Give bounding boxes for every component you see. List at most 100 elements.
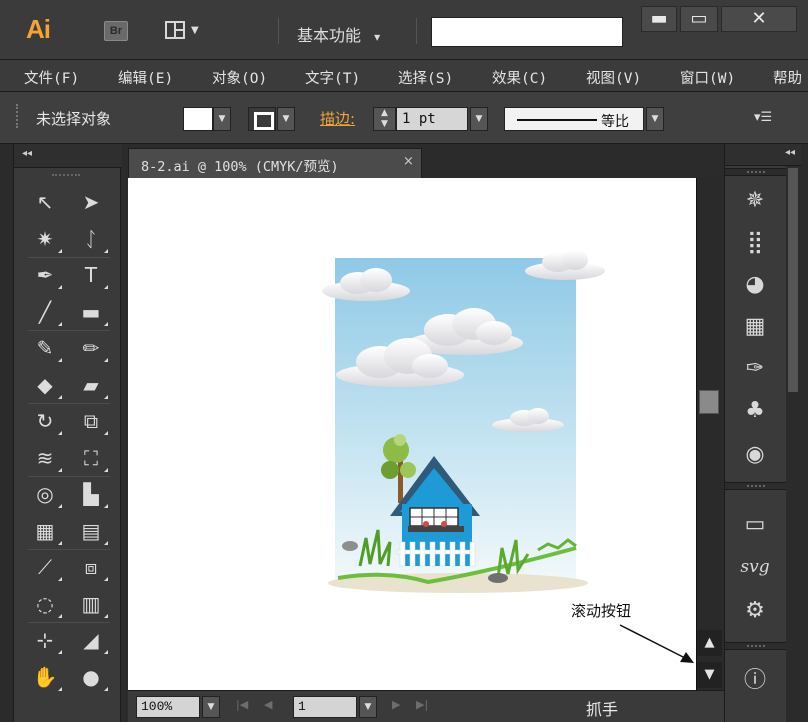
gradient-panel-icon[interactable]: ▭ <box>737 508 773 542</box>
bridge-button[interactable]: Br <box>104 21 128 41</box>
expand-panels-icon[interactable]: ◂◂ <box>785 147 795 158</box>
flyout-indicator <box>104 467 108 472</box>
scroll-up-button[interactable]: ▲ <box>697 630 722 656</box>
menu-help[interactable]: 帮助 <box>773 67 802 88</box>
color-guide-panel-icon[interactable]: ◕ <box>737 268 773 302</box>
close-button[interactable]: ✕ <box>721 6 797 32</box>
flyout-indicator <box>58 321 62 326</box>
perspective-grid-icon: ▙ <box>83 482 99 506</box>
menu-type[interactable]: 文字(T) <box>305 67 360 88</box>
menu-window[interactable]: 窗口(W) <box>680 67 735 88</box>
rectangle-tool[interactable]: ▬ <box>72 296 110 328</box>
pen-tool[interactable]: ✒ <box>26 259 64 291</box>
eyedropper-tool[interactable]: ⟋ <box>26 551 64 583</box>
stroke-weight-input[interactable]: 1 pt <box>396 107 468 131</box>
tools-panel-header[interactable]: ◂◂ <box>14 144 122 168</box>
panel-grip[interactable] <box>16 104 19 128</box>
dock-group-divider[interactable] <box>725 482 787 490</box>
menu-effect[interactable]: 效果(C) <box>492 67 547 88</box>
scroll-thumb[interactable] <box>699 390 719 414</box>
lasso-tool[interactable]: ᛇ <box>72 223 110 255</box>
paintbrush-tool[interactable]: ✎ <box>26 332 64 364</box>
artboard-tool[interactable]: ⊹ <box>26 624 64 656</box>
collapse-icon[interactable]: ◂◂ <box>22 148 32 159</box>
symbols-panel-icon[interactable]: ⣿ <box>737 226 773 260</box>
shape-builder-tool[interactable]: ◎ <box>26 478 64 510</box>
svg-interactivity-panel-icon[interactable]: svg <box>737 550 773 584</box>
zoom-tool[interactable]: ● <box>72 661 110 693</box>
artboard-number-input[interactable]: 1 <box>293 696 357 718</box>
stroke-color-swatch[interactable] <box>248 107 276 131</box>
blob-brush-tool[interactable]: ◆ <box>26 369 64 401</box>
fill-dropdown-button[interactable]: ▼ <box>213 107 231 131</box>
appearance-panel-icon[interactable]: ◉ <box>737 438 773 472</box>
maximize-button[interactable]: ▭ <box>680 6 718 32</box>
variable-width-profile[interactable]: 等比 <box>504 107 644 131</box>
zoom-input[interactable]: 100% <box>136 696 200 718</box>
workspace-switcher[interactable]: 基本功能 ▾ <box>297 22 380 46</box>
dock-group-divider[interactable] <box>725 168 787 176</box>
brushes-panel-icon[interactable]: ✵ <box>737 184 773 218</box>
mesh-tool[interactable]: ▦ <box>26 515 64 547</box>
perspective-grid-tool[interactable]: ▙ <box>72 478 110 510</box>
magic-wand-tool[interactable]: ✷ <box>26 223 64 255</box>
stroke-weight-stepper[interactable]: ▲ ▼ <box>373 107 396 131</box>
menu-select[interactable]: 选择(S) <box>398 67 453 88</box>
flyout-indicator <box>104 394 108 399</box>
brush-library-panel-icon[interactable]: ✑ <box>737 352 773 386</box>
stroke-panel-link[interactable]: 描边: <box>320 108 355 129</box>
document-info-panel-icon[interactable]: ⓘ <box>737 664 773 698</box>
fill-color-swatch[interactable] <box>183 107 213 131</box>
pencil-tool[interactable]: ✏ <box>72 332 110 364</box>
menu-view[interactable]: 视图(V) <box>586 67 641 88</box>
tool-group-divider <box>28 476 110 477</box>
last-artboard-icon[interactable]: ▶| <box>416 698 428 711</box>
type-tool[interactable]: T <box>72 259 110 291</box>
symbol-sprayer-tool[interactable]: ◌ <box>26 588 64 620</box>
document-tab[interactable]: 8-2.ai @ 100% (CMYK/预览) × <box>128 148 422 178</box>
scale-tool[interactable]: ⧉ <box>72 405 110 437</box>
vertical-scrollbar[interactable]: ▲ ▼ <box>696 178 722 690</box>
menu-edit[interactable]: 编辑(E) <box>118 67 173 88</box>
stroke-weight-dropdown[interactable]: ▼ <box>470 107 488 131</box>
flyout-indicator <box>58 285 62 289</box>
first-artboard-icon[interactable]: |◀ <box>236 698 248 711</box>
arrange-documents-button[interactable]: ▼ <box>165 20 209 42</box>
artboard-dropdown[interactable]: ▼ <box>359 696 377 718</box>
flyout-indicator <box>58 394 62 399</box>
symbol-library-panel-icon[interactable]: ♣ <box>737 394 773 428</box>
chevron-down-icon: ▾ <box>374 30 381 44</box>
zoom-dropdown[interactable]: ▼ <box>202 696 220 718</box>
document-tab-bar: 8-2.ai @ 100% (CMYK/预览) × <box>122 144 724 178</box>
menu-file[interactable]: 文件(F) <box>24 67 79 88</box>
rotate-tool[interactable]: ↻ <box>26 405 64 437</box>
panel-menu-icon[interactable]: ▾☰ <box>754 110 772 125</box>
direct-selection-tool[interactable]: ➤ <box>72 186 110 218</box>
eraser-tool[interactable]: ▰ <box>72 369 110 401</box>
previous-artboard-icon[interactable]: ◀ <box>264 698 272 711</box>
dock-header[interactable]: ◂◂ <box>725 144 801 166</box>
selection-tool[interactable]: ↖ <box>26 186 64 218</box>
menu-object[interactable]: 对象(O) <box>212 67 267 88</box>
close-tab-icon[interactable]: × <box>403 154 414 169</box>
slice-tool[interactable]: ◢ <box>72 624 110 656</box>
panel-grip[interactable] <box>52 174 80 176</box>
dock-group-divider[interactable] <box>725 642 787 650</box>
scroll-down-button[interactable]: ▼ <box>697 662 722 688</box>
profile-dropdown[interactable]: ▼ <box>646 107 664 131</box>
dock-scrollbar[interactable] <box>786 166 800 722</box>
minimize-button[interactable]: ▬ <box>641 6 677 32</box>
dock-scroll-thumb[interactable] <box>788 168 798 392</box>
line-segment-tool[interactable]: ╱ <box>26 296 64 328</box>
graphic-styles-panel-icon[interactable]: ⚙ <box>737 594 773 628</box>
swatches-panel-icon[interactable]: ▦ <box>737 310 773 344</box>
width-tool[interactable]: ≋ <box>26 442 64 474</box>
gradient-tool[interactable]: ▤ <box>72 515 110 547</box>
blend-tool[interactable]: ⧈ <box>72 551 110 583</box>
search-input[interactable] <box>431 17 623 47</box>
column-graph-tool[interactable]: ▥ <box>72 588 110 620</box>
next-artboard-icon[interactable]: ▶ <box>392 698 400 711</box>
hand-tool[interactable]: ✋ <box>26 661 64 693</box>
free-transform-tool[interactable]: ⛶ <box>72 442 110 474</box>
stroke-dropdown-button[interactable]: ▼ <box>277 107 295 131</box>
